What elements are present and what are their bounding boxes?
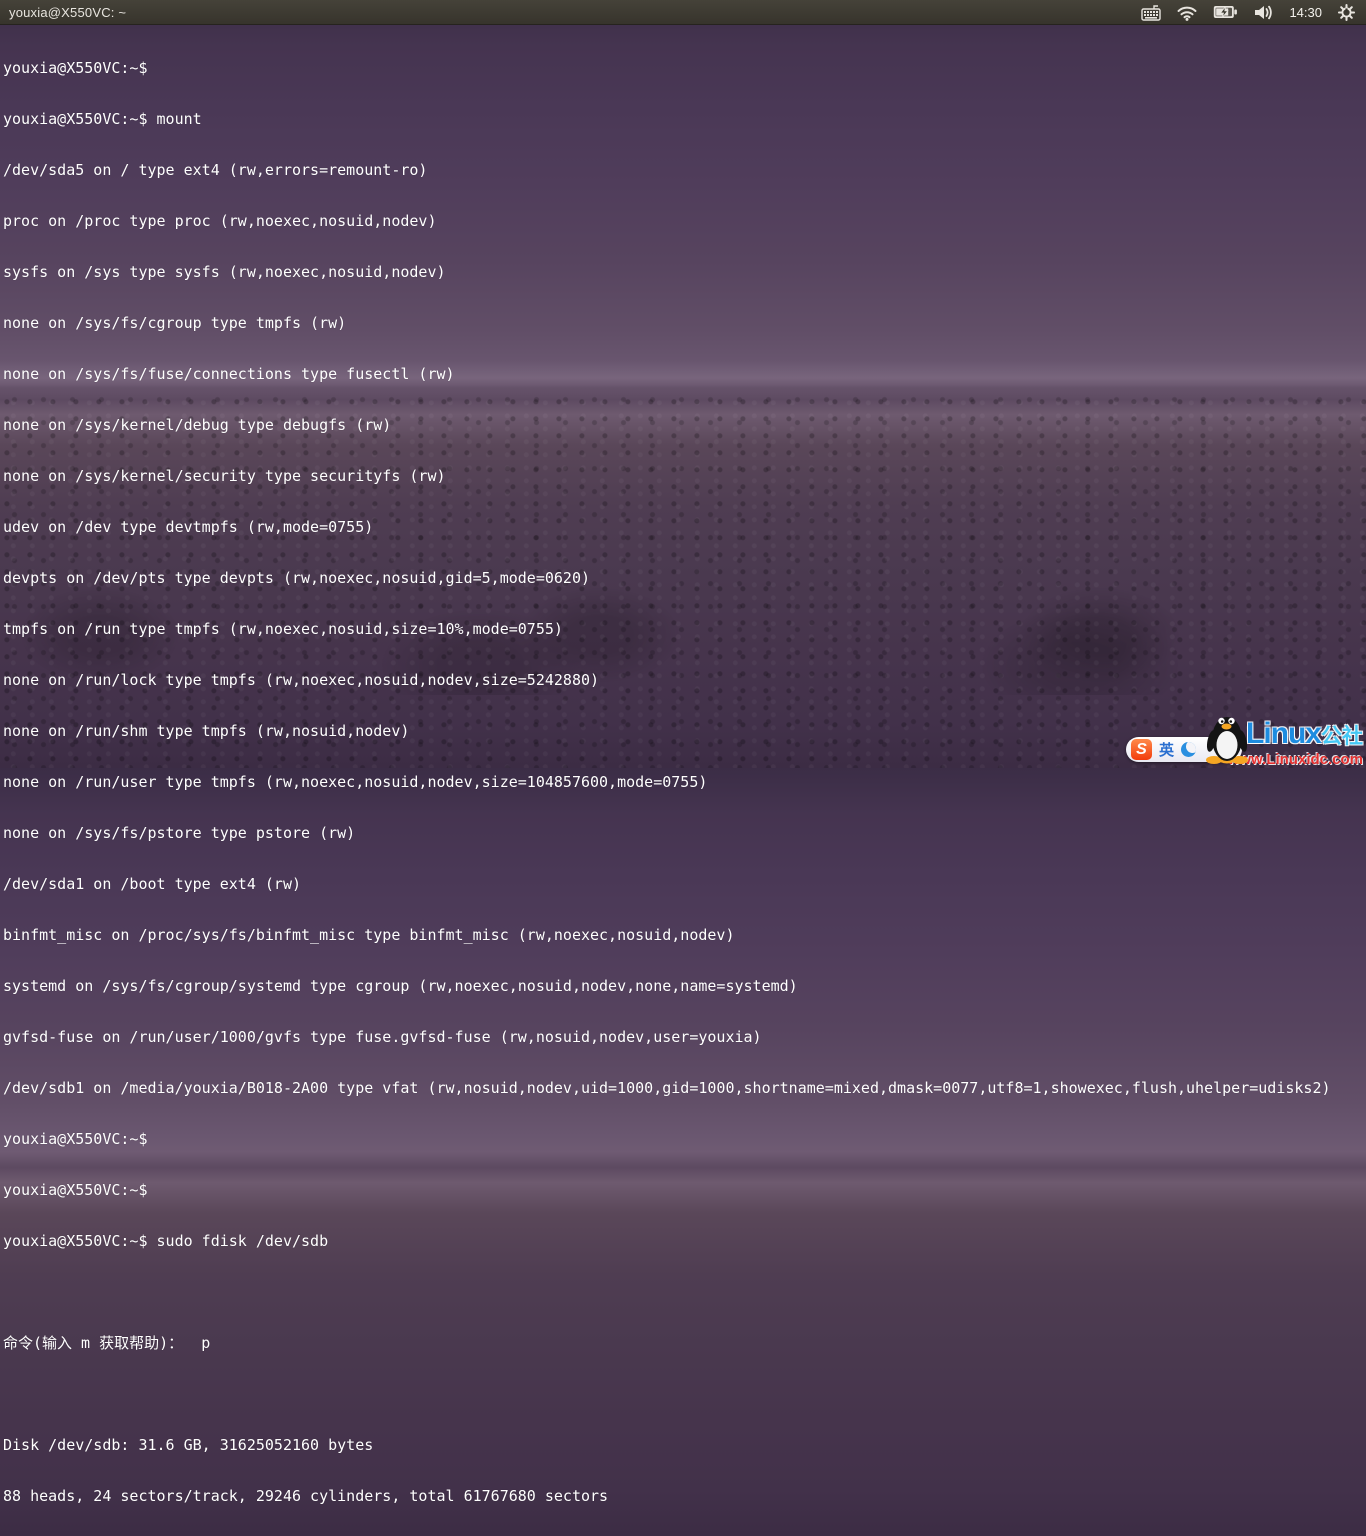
terminal-window[interactable]: youxia@X550VC:~$ youxia@X550VC:~$ mount …: [3, 26, 1366, 768]
terminal-line: sysfs on /sys type sysfs (rw,noexec,nosu…: [3, 264, 1366, 281]
clock[interactable]: 14:30: [1289, 5, 1322, 20]
terminal-line: /dev/sda1 on /boot type ext4 (rw): [3, 876, 1366, 893]
terminal-line: systemd on /sys/fs/cgroup/systemd type c…: [3, 978, 1366, 995]
terminal-line: youxia@X550VC:~$: [3, 1182, 1366, 1199]
sogou-logo-icon[interactable]: S: [1131, 739, 1152, 760]
terminal-line: none on /sys/kernel/security type securi…: [3, 468, 1366, 485]
indicator-area: 14:30: [1141, 3, 1366, 22]
top-panel: youxia@X550VC: ~: [0, 0, 1366, 25]
terminal-fdisk-prompt: 命令(输入 m 获取帮助)： p: [3, 1335, 1366, 1352]
brand-linux-text: Linux: [1246, 717, 1321, 750]
watermark-area: S 英 Linux公社 www.Linuxidc.com: [1124, 712, 1366, 768]
session-gear-icon[interactable]: [1337, 3, 1356, 22]
terminal-line: [3, 1386, 1366, 1403]
terminal-line: tmpfs on /run type tmpfs (rw,noexec,nosu…: [3, 621, 1366, 638]
terminal-line: none on /sys/kernel/debug type debugfs (…: [3, 417, 1366, 434]
battery-icon[interactable]: [1213, 5, 1238, 19]
terminal-line: youxia@X550VC:~$: [3, 1131, 1366, 1148]
terminal-line: udev on /dev type devtmpfs (rw,mode=0755…: [3, 519, 1366, 536]
terminal-line: /dev/sda5 on / type ext4 (rw,errors=remo…: [3, 162, 1366, 179]
terminal-line: [3, 1284, 1366, 1301]
terminal-line: none on /run/user type tmpfs (rw,noexec,…: [3, 774, 1366, 791]
terminal-line: none on /sys/fs/pstore type pstore (rw): [3, 825, 1366, 842]
wifi-icon[interactable]: [1176, 4, 1198, 21]
terminal-line: 88 heads, 24 sectors/track, 29246 cylind…: [3, 1488, 1366, 1505]
terminal-line: binfmt_misc on /proc/sys/fs/binfmt_misc …: [3, 927, 1366, 944]
volume-icon[interactable]: [1253, 4, 1274, 21]
terminal-line: devpts on /dev/pts type devpts (rw,noexe…: [3, 570, 1366, 587]
terminal-line: /dev/sdb1 on /media/youxia/B018-2A00 typ…: [3, 1080, 1366, 1097]
terminal-line: none on /sys/fs/cgroup type tmpfs (rw): [3, 315, 1366, 332]
moon-icon[interactable]: [1181, 742, 1196, 757]
tux-penguin-icon: [1204, 709, 1250, 770]
ime-language-toggle[interactable]: 英: [1159, 739, 1174, 760]
terminal-line: youxia@X550VC:~$ mount: [3, 111, 1366, 128]
brand-suffix-text: 公社: [1321, 725, 1363, 748]
terminal-line: youxia@X550VC:~$ sudo fdisk /dev/sdb: [3, 1233, 1366, 1250]
terminal-line: proc on /proc type proc (rw,noexec,nosui…: [3, 213, 1366, 230]
terminal-line: youxia@X550VC:~$: [3, 60, 1366, 77]
desktop: { "panel": { "window_title": "youxia@X55…: [0, 0, 1366, 768]
terminal-line: gvfsd-fuse on /run/user/1000/gvfs type f…: [3, 1029, 1366, 1046]
keyboard-icon[interactable]: [1141, 4, 1161, 21]
terminal-line: none on /sys/fs/fuse/connections type fu…: [3, 366, 1366, 383]
terminal-line: none on /run/lock type tmpfs (rw,noexec,…: [3, 672, 1366, 689]
terminal-line: Disk /dev/sdb: 31.6 GB, 31625052160 byte…: [3, 1437, 1366, 1454]
window-title: youxia@X550VC: ~: [0, 5, 126, 20]
